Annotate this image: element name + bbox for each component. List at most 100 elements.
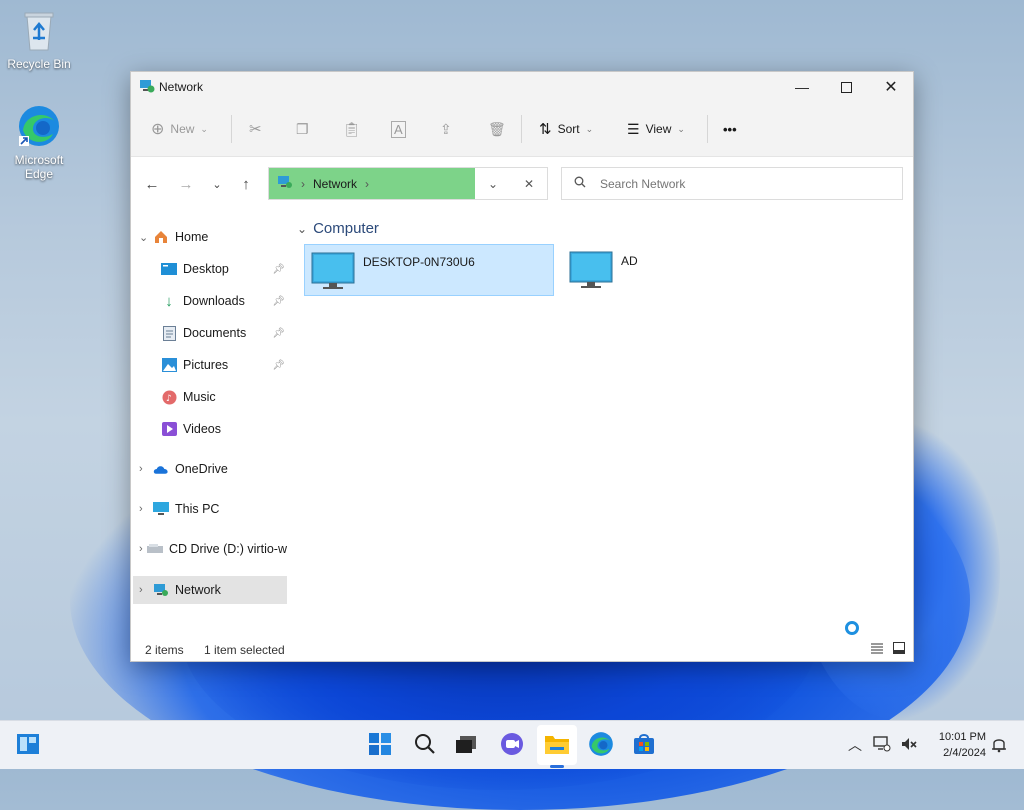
start-button[interactable]	[364, 729, 396, 761]
arrow-right-icon: →	[178, 175, 194, 193]
address-history-button[interactable]: ⌄	[488, 177, 498, 191]
computer-icon	[569, 250, 613, 293]
cut-button[interactable]: ✂	[249, 114, 262, 144]
address-clear-button[interactable]: ✕	[524, 177, 534, 191]
sidebar-item-this-pc[interactable]: › This PC	[133, 496, 287, 522]
svg-text:♪: ♪	[166, 394, 172, 404]
sidebar-item-music[interactable]: ♪ Music	[133, 384, 287, 410]
close-icon: ✕	[523, 176, 535, 191]
new-button[interactable]: ⊕ New ⌄	[151, 114, 208, 144]
divider	[707, 115, 708, 143]
sidebar-item-pictures[interactable]: Pictures 📌︎	[133, 352, 287, 378]
sidebar-item-network[interactable]: › Network	[133, 576, 287, 604]
chevron-right-icon[interactable]: ›	[139, 543, 147, 555]
back-button[interactable]: ←	[141, 173, 163, 195]
desktop-icon-recycle-bin[interactable]: Recycle Bin	[1, 8, 77, 71]
address-segment-network[interactable]: Network	[313, 177, 357, 191]
pin-icon[interactable]: 📌︎	[272, 264, 285, 275]
chevron-down-icon[interactable]: ⌄	[139, 231, 153, 244]
chevron-right-icon[interactable]: ›	[139, 503, 153, 515]
chevron-down-icon: ⌄	[585, 123, 594, 134]
close-button[interactable]: ✕	[868, 72, 914, 102]
sidebar-item-label: Music	[183, 390, 216, 404]
chevron-right-icon[interactable]: ›	[139, 584, 153, 596]
computer-item[interactable]: AD	[563, 244, 683, 296]
rename-icon: A	[391, 120, 406, 138]
copy-icon: ❐	[296, 120, 309, 137]
address-separator[interactable]: ›	[365, 177, 369, 191]
home-icon	[153, 229, 169, 245]
copy-button[interactable]: ❐	[296, 114, 309, 144]
minimize-icon: —	[795, 79, 809, 95]
clock[interactable]: 10:01 PM 2/4/2024	[930, 729, 986, 761]
address-path[interactable]: › Network ›	[269, 168, 475, 199]
task-view-button[interactable]	[450, 729, 482, 761]
sidebar-item-onedrive[interactable]: › OneDrive	[133, 456, 287, 482]
maximize-button[interactable]	[823, 72, 869, 102]
address-separator: ›	[301, 176, 305, 191]
notification-button[interactable]	[983, 729, 1015, 761]
tiles-view-button[interactable]	[893, 642, 907, 656]
chevron-down-icon: ⌄	[200, 123, 208, 134]
address-bar[interactable]: › Network › ⌄ ✕	[268, 167, 548, 200]
file-explorer-button[interactable]	[541, 729, 573, 761]
pin-icon[interactable]: 📌︎	[272, 360, 285, 371]
chat-button[interactable]	[496, 729, 528, 761]
rename-button[interactable]: A	[391, 114, 406, 144]
search-button[interactable]	[409, 729, 441, 761]
volume-button[interactable]	[893, 729, 925, 761]
group-header[interactable]: ⌄ Computer	[297, 220, 379, 237]
view-button[interactable]: ☰ View ⌄	[627, 114, 685, 144]
sidebar-item-home[interactable]: ⌄ Home	[133, 224, 287, 250]
edge-icon	[588, 731, 614, 760]
onedrive-icon	[153, 461, 169, 477]
desktop-icon-label: Recycle Bin	[7, 57, 71, 71]
up-button[interactable]: ↑	[235, 173, 257, 195]
sidebar-item-cd-drive[interactable]: › CD Drive (D:) virtio-w	[133, 536, 287, 562]
scissors-icon: ✂	[249, 121, 262, 138]
view-label: View	[645, 122, 672, 136]
edge-button[interactable]	[585, 729, 617, 761]
desktop-icon-label: Microsoft Edge	[14, 153, 64, 181]
sidebar-item-label: This PC	[175, 502, 220, 516]
more-options-button[interactable]: •••	[723, 114, 737, 144]
status-bar: 2 items 1 item selected	[131, 639, 913, 661]
sidebar-item-downloads[interactable]: ↓ Downloads 📌︎	[133, 288, 287, 314]
sidebar-item-desktop[interactable]: Desktop 📌︎	[133, 256, 287, 282]
group-title: Computer	[313, 220, 379, 237]
sidebar-item-videos[interactable]: Videos	[133, 416, 287, 442]
sidebar-item-label: CD Drive (D:) virtio-w	[168, 542, 287, 556]
sort-button[interactable]: ⇅ Sort ⌄	[539, 114, 593, 144]
title-bar[interactable]: Network — ✕	[131, 72, 913, 102]
computer-item[interactable]: DESKTOP-0N730U6	[304, 244, 554, 296]
recent-locations-button[interactable]: ⌄	[206, 173, 228, 195]
desktop-folder-icon	[161, 261, 177, 277]
search-box[interactable]	[561, 167, 903, 200]
sidebar-item-documents[interactable]: Documents 📌︎	[133, 320, 287, 346]
desktop-icon-edge[interactable]: Microsoft Edge	[1, 104, 77, 181]
view-icon: ☰	[627, 120, 640, 137]
window-title: Network	[159, 80, 204, 94]
search-input[interactable]	[598, 175, 862, 192]
share-icon: ⇪	[440, 120, 452, 137]
store-button[interactable]	[628, 729, 660, 761]
chevron-right-icon[interactable]: ›	[139, 463, 153, 475]
sort-icon: ⇅	[539, 121, 552, 138]
windows-logo-icon	[368, 732, 392, 759]
delete-button[interactable]: 🗑︎	[488, 114, 506, 144]
cd-drive-icon	[146, 541, 163, 557]
forward-button[interactable]: →	[175, 173, 197, 195]
share-button[interactable]: ⇪	[440, 114, 452, 144]
widgets-button[interactable]	[12, 729, 44, 761]
minimize-button[interactable]: —	[779, 72, 825, 102]
file-explorer-window: Network — ✕ ⊕ New ⌄ ✂ ❐ 📋︎ A ⇪ 🗑︎ ⇅ Sort…	[130, 71, 914, 662]
details-view-button[interactable]	[871, 642, 885, 656]
pin-icon[interactable]: 📌︎	[272, 328, 285, 339]
pin-icon[interactable]: 📌︎	[272, 296, 285, 307]
task-view-icon	[454, 734, 478, 757]
paste-button[interactable]: 📋︎	[343, 114, 361, 144]
loading-spinner-icon	[845, 621, 859, 635]
divider	[521, 115, 522, 143]
content-pane: ⌄ Computer DESKTOP-0N730U6 AD	[291, 208, 913, 640]
navigation-bar: ← → ⌄ ↑ › Network › ⌄ ✕	[131, 157, 913, 209]
